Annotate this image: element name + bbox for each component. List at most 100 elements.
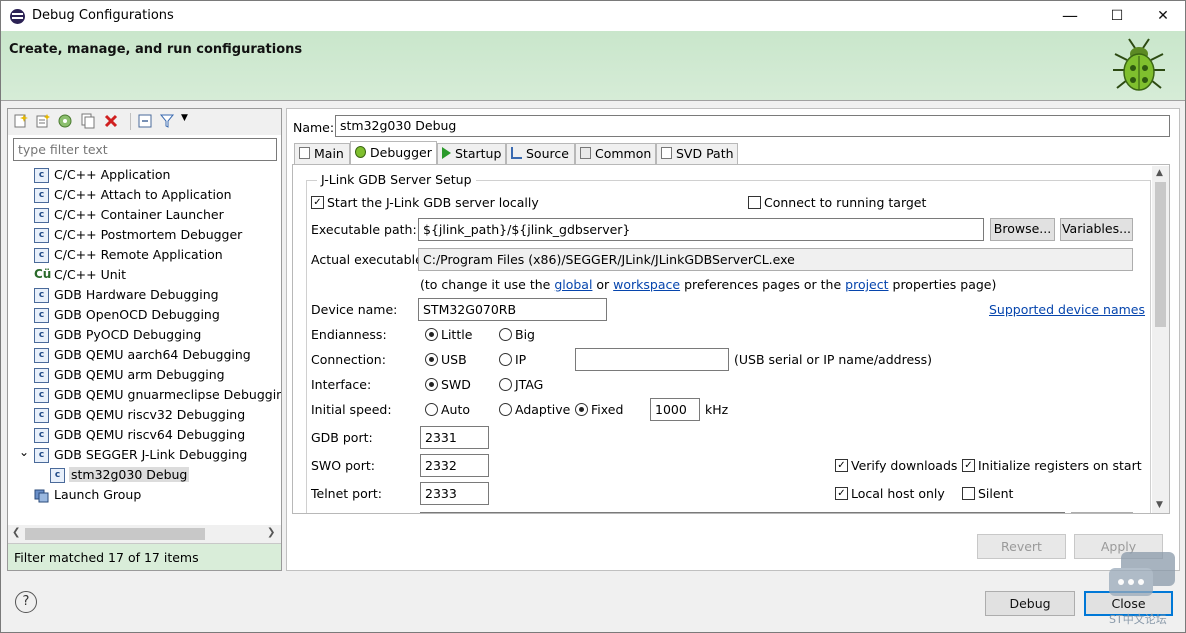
silent-label: Silent [978,486,1014,501]
tab-label: Main [314,146,344,161]
preferences-hint: (to change it use the global or workspac… [420,277,996,292]
title-bar: Debug Configurations — ☐ ✕ [1,1,1185,31]
tree-item[interactable]: c GDB PyOCD Debugging [8,325,281,345]
speed-field[interactable]: 1000 [650,398,700,421]
variables-button[interactable]: Variables... [1060,218,1133,241]
gdb-port-field[interactable]: 2331 [420,426,489,449]
tree-item[interactable]: Launch Group [8,485,281,505]
expand-chevron-icon[interactable]: ⌄ [19,445,29,459]
filter-icon[interactable] [159,113,175,129]
debug-configurations-window: Debug Configurations — ☐ ✕ Create, manag… [0,0,1186,633]
tab-label: Source [526,146,569,161]
browse-button[interactable]: Browse... [990,218,1055,241]
tab-debugger[interactable]: Debugger [350,141,437,165]
supported-devices-link[interactable]: Supported device names [989,302,1145,317]
fixed-radio[interactable] [575,403,588,416]
tree-item-label: GDB QEMU aarch64 Debugging [54,347,251,362]
tab-common[interactable]: Common [575,143,656,164]
executable-path-label: Executable path: [311,222,417,237]
tree-item-label: GDB QEMU arm Debugging [54,367,225,382]
tree-item[interactable]: c GDB QEMU riscv32 Debugging [8,405,281,425]
configuration-tree: c C/C++ Application c C/C++ Attach to Appl… [8,165,281,521]
next-field-partial[interactable] [420,512,1065,513]
filter-input[interactable] [13,138,277,161]
collapse-all-icon[interactable] [137,113,153,129]
global-link[interactable]: global [554,277,592,292]
actual-executable-label: Actual executable: [311,252,427,267]
device-name-field[interactable]: STM32G070RB [418,298,607,321]
silent-checkbox[interactable] [962,487,975,500]
revert-button[interactable]: Revert [977,534,1066,559]
tree-item[interactable]: c GDB Hardware Debugging [8,285,281,305]
tree-item[interactable]: c GDB QEMU riscv64 Debugging [8,425,281,445]
export-configuration-icon[interactable] [57,113,73,129]
swo-port-label: SWO port: [311,458,375,473]
executable-path-field[interactable]: ${jlink_path}/${jlink_gdbserver} [418,218,984,241]
project-link[interactable]: project [845,277,888,292]
local-host-label: Local host only [851,486,945,501]
delete-icon[interactable] [103,113,119,129]
scroll-left-icon[interactable]: ❮ [12,527,20,538]
tree-item[interactable]: c GDB OpenOCD Debugging [8,305,281,325]
scroll-down-icon[interactable]: ▼ [1156,500,1163,510]
swd-radio[interactable] [425,378,438,391]
tree-item[interactable]: c C/C++ Application [8,165,281,185]
next-button-partial[interactable] [1071,512,1133,513]
close-window-button[interactable]: ✕ [1140,1,1186,31]
connect-running-checkbox[interactable] [748,196,761,209]
tree-item[interactable]: c C/C++ Remote Application [8,245,281,265]
chat-bubble-icon [1109,552,1175,596]
workspace-link[interactable]: workspace [613,277,680,292]
tab-startup[interactable]: Startup [437,143,506,164]
scroll-up-icon[interactable]: ▲ [1156,168,1163,178]
tree-item-selected[interactable]: c stm32g030 Debug [8,465,281,485]
tab-source[interactable]: Source [506,143,575,164]
minimize-button[interactable]: — [1047,1,1093,31]
init-registers-label: Initialize registers on start [978,458,1142,473]
swo-port-field[interactable]: 2332 [420,454,489,477]
ip-radio[interactable] [499,353,512,366]
verify-downloads-checkbox[interactable]: ✓ [835,459,848,472]
tree-item[interactable]: c GDB QEMU aarch64 Debugging [8,345,281,365]
auto-radio[interactable] [425,403,438,416]
horizontal-scrollbar[interactable]: ❮ ❯ [8,525,281,543]
tree-item[interactable]: c C/C++ Container Launcher [8,205,281,225]
scrollbar-thumb[interactable] [1155,182,1166,327]
start-locally-label: Start the J-Link GDB server locally [327,195,539,210]
tree-item[interactable]: Cü C/C++ Unit [8,265,281,285]
little-radio[interactable] [425,328,438,341]
tab-main[interactable]: Main [294,143,350,164]
duplicate-icon[interactable] [80,113,96,129]
tree-item[interactable]: c GDB QEMU arm Debugging [8,365,281,385]
vertical-scrollbar[interactable]: ▲ ▼ [1152,166,1169,513]
local-host-checkbox[interactable]: ✓ [835,487,848,500]
view-menu-chevron-icon[interactable]: ▼ [181,113,188,123]
scrollbar-thumb[interactable] [25,528,205,540]
launch-configurations-pane: ▼ c C/C++ Application c C/C++ Attach to Ap… [7,108,282,571]
tree-item-expanded[interactable]: ⌄ c GDB SEGGER J-Link Debugging [8,445,281,465]
scroll-right-icon[interactable]: ❯ [267,527,275,538]
name-field[interactable]: stm32g030 Debug [335,115,1170,137]
new-prototype-icon[interactable] [35,113,51,129]
telnet-port-field[interactable]: 2333 [420,482,489,505]
jtag-radio[interactable] [499,378,512,391]
new-configuration-icon[interactable] [13,113,29,129]
usb-radio[interactable] [425,353,438,366]
adaptive-radio[interactable] [499,403,512,416]
init-registers-checkbox[interactable]: ✓ [962,459,975,472]
start-locally-checkbox[interactable]: ✓ [311,196,324,209]
debug-button[interactable]: Debug [985,591,1075,616]
initial-speed-label: Initial speed: [311,402,392,417]
tree-item-label: C/C++ Container Launcher [54,207,224,222]
tree-item[interactable]: c GDB QEMU gnuarmeclipse Debugging [8,385,281,405]
connection-address-field[interactable] [575,348,729,371]
maximize-button[interactable]: ☐ [1094,1,1140,31]
help-icon[interactable]: ? [15,591,37,613]
toolbar-separator [130,113,131,130]
big-radio[interactable] [499,328,512,341]
tree-item[interactable]: c C/C++ Postmortem Debugger [8,225,281,245]
tab-svd-path[interactable]: SVD Path [656,143,738,164]
tree-item-label: stm32g030 Debug [69,467,190,482]
filter-status: Filter matched 17 of 17 items [8,543,281,570]
tree-item[interactable]: c C/C++ Attach to Application [8,185,281,205]
